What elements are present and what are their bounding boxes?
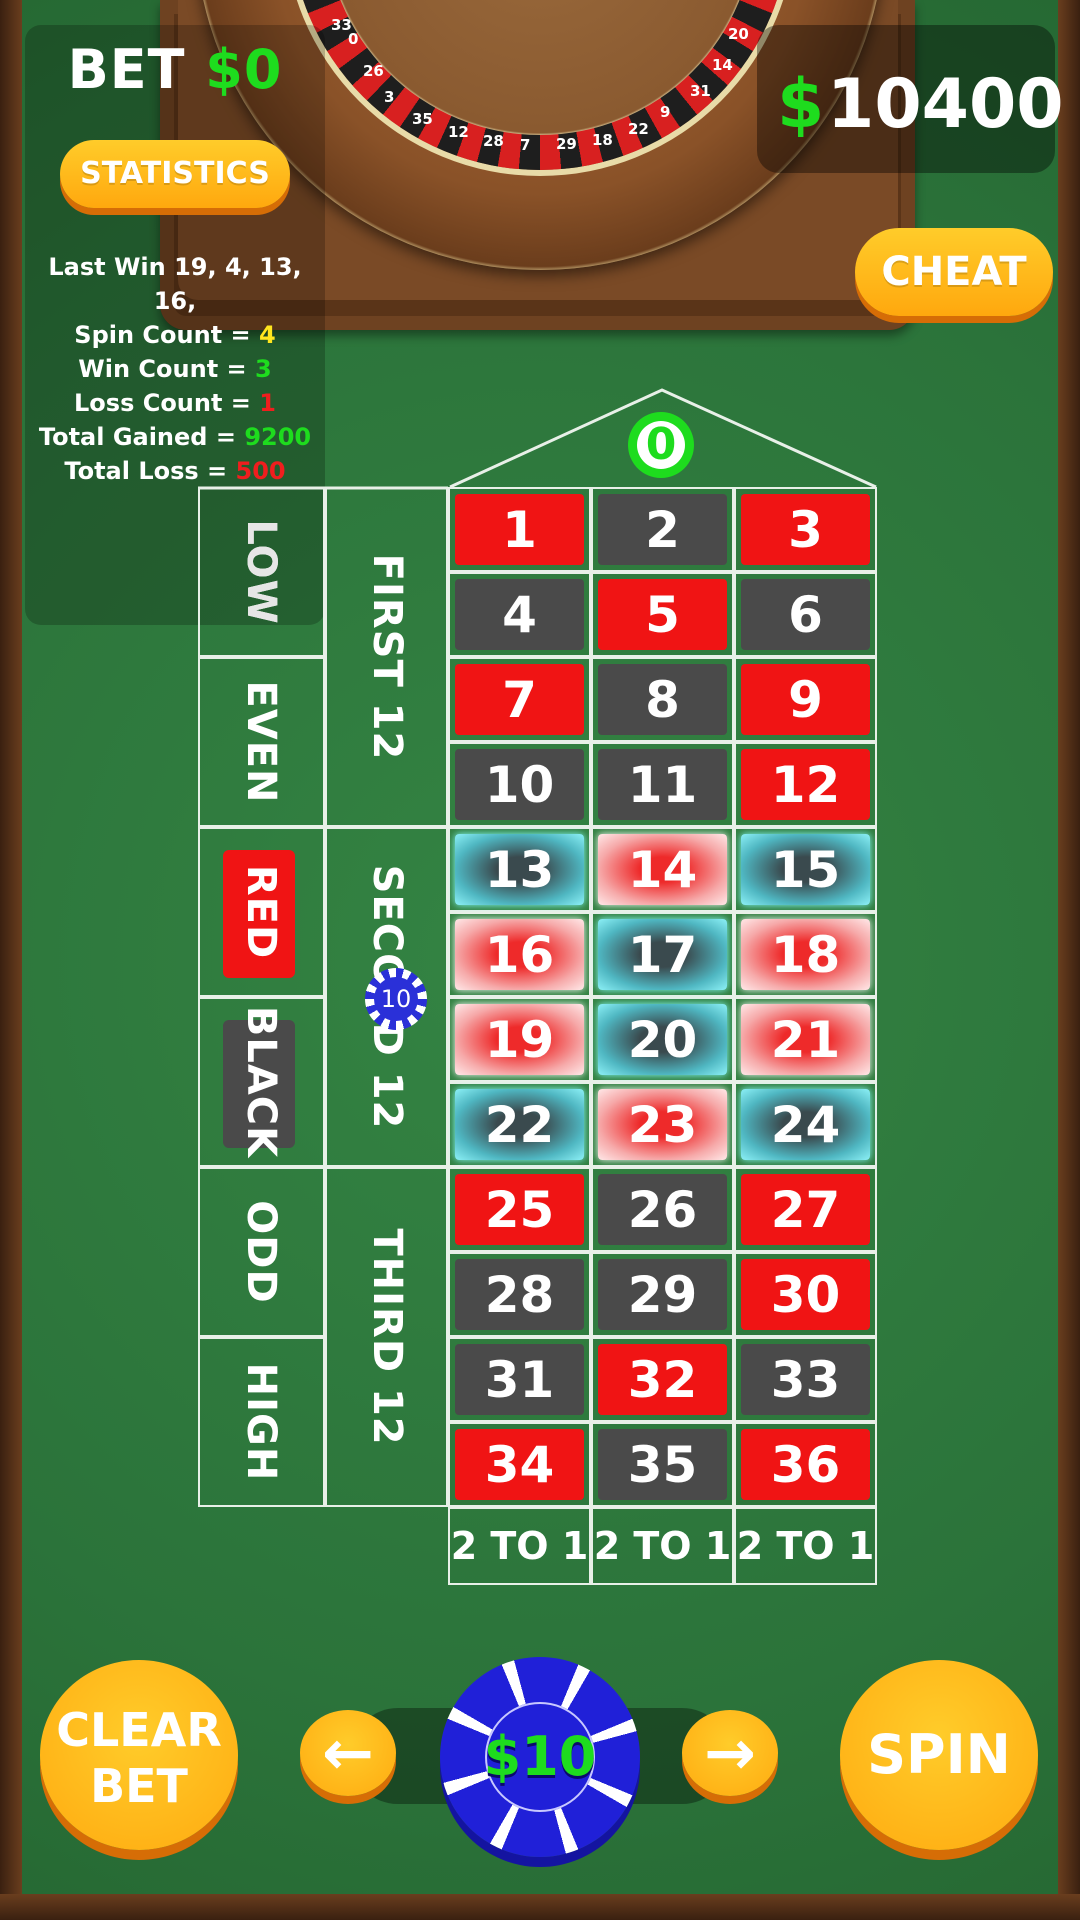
clear-bet-button[interactable]: CLEAR BET (40, 1660, 238, 1850)
placed-chip[interactable]: 10 (365, 968, 427, 1030)
number-label: 20 (598, 1004, 727, 1075)
number-label: 19 (455, 1004, 584, 1075)
number-label: 2 (598, 494, 727, 565)
clear-bet-line1: CLEAR (56, 1703, 222, 1757)
number-cell-27[interactable]: 27 (734, 1167, 877, 1252)
number-label: 17 (598, 919, 727, 990)
number-cell-9[interactable]: 9 (734, 657, 877, 742)
number-label: 6 (741, 579, 870, 650)
number-cell-30[interactable]: 30 (734, 1252, 877, 1337)
zero-label: 0 (637, 421, 685, 469)
number-label: 13 (455, 834, 584, 905)
number-label: 12 (741, 749, 870, 820)
number-label: 25 (455, 1174, 584, 1245)
spin-button[interactable]: SPIN (840, 1660, 1038, 1850)
number-label: 34 (455, 1429, 584, 1500)
number-cell-21[interactable]: 21 (734, 997, 877, 1082)
number-cell-4[interactable]: 4 (448, 572, 591, 657)
number-cell-14[interactable]: 14 (591, 827, 734, 912)
number-cell-6[interactable]: 6 (734, 572, 877, 657)
next-chip-button[interactable]: → (682, 1710, 778, 1796)
number-cell-18[interactable]: 18 (734, 912, 877, 997)
number-cell-23[interactable]: 23 (591, 1082, 734, 1167)
number-label: 16 (455, 919, 584, 990)
number-label: 30 (741, 1259, 870, 1330)
number-label: 14 (598, 834, 727, 905)
number-cell-19[interactable]: 19 (448, 997, 591, 1082)
black-bet-label: BLACK (238, 1005, 284, 1159)
column-bet-1[interactable]: 2 TO 1 (448, 1507, 591, 1585)
number-label: 35 (598, 1429, 727, 1500)
number-cell-29[interactable]: 29 (591, 1252, 734, 1337)
dozen-bet-1[interactable]: FIRST 12 (325, 487, 448, 827)
number-label: 18 (741, 919, 870, 990)
high-bet-label: HIGH (238, 1362, 284, 1482)
column-bet-2[interactable]: 2 TO 1 (591, 1507, 734, 1585)
number-cell-32[interactable]: 32 (591, 1337, 734, 1422)
number-label: 21 (741, 1004, 870, 1075)
even-bet-label: EVEN (238, 680, 284, 804)
number-cell-16[interactable]: 16 (448, 912, 591, 997)
number-label: 4 (455, 579, 584, 650)
number-cell-10[interactable]: 10 (448, 742, 591, 827)
number-cell-25[interactable]: 25 (448, 1167, 591, 1252)
number-label: 9 (741, 664, 870, 735)
number-label: 26 (598, 1174, 727, 1245)
number-label: 28 (455, 1259, 584, 1330)
number-cell-1[interactable]: 1 (448, 487, 591, 572)
dozen-bet-3[interactable]: THIRD 12 (325, 1167, 448, 1507)
number-cell-13[interactable]: 13 (448, 827, 591, 912)
number-cell-34[interactable]: 34 (448, 1422, 591, 1507)
number-label: 11 (598, 749, 727, 820)
dozen-label: FIRST 12 (363, 553, 410, 761)
number-cell-35[interactable]: 35 (591, 1422, 734, 1507)
number-label: 29 (598, 1259, 727, 1330)
low-bet-label: LOW (238, 519, 284, 625)
number-cell-8[interactable]: 8 (591, 657, 734, 742)
selected-chip[interactable]: $10 (440, 1657, 640, 1857)
number-cell-22[interactable]: 22 (448, 1082, 591, 1167)
number-cell-36[interactable]: 36 (734, 1422, 877, 1507)
number-label: 27 (741, 1174, 870, 1245)
clear-bet-line2: BET (90, 1759, 188, 1813)
number-label: 10 (455, 749, 584, 820)
column-bet-3[interactable]: 2 TO 1 (734, 1507, 877, 1585)
placed-chip-value: 10 (374, 977, 418, 1021)
number-cell-28[interactable]: 28 (448, 1252, 591, 1337)
red-bet-label: RED (238, 864, 284, 960)
dozen-label: THIRD 12 (363, 1228, 410, 1446)
number-label: 32 (598, 1344, 727, 1415)
number-cell-20[interactable]: 20 (591, 997, 734, 1082)
number-cell-7[interactable]: 7 (448, 657, 591, 742)
number-label: 7 (455, 664, 584, 735)
selected-chip-value: $10 (483, 1725, 597, 1788)
number-label: 22 (455, 1089, 584, 1160)
number-label: 23 (598, 1089, 727, 1160)
number-cell-24[interactable]: 24 (734, 1082, 877, 1167)
number-cell-26[interactable]: 26 (591, 1167, 734, 1252)
number-label: 1 (455, 494, 584, 565)
number-label: 36 (741, 1429, 870, 1500)
number-label: 5 (598, 579, 727, 650)
number-cell-3[interactable]: 3 (734, 487, 877, 572)
number-label: 15 (741, 834, 870, 905)
zero-marker[interactable]: 0 (628, 412, 694, 478)
number-cell-2[interactable]: 2 (591, 487, 734, 572)
odd-bet-label: ODD (238, 1200, 284, 1304)
number-cell-15[interactable]: 15 (734, 827, 877, 912)
number-cell-11[interactable]: 11 (591, 742, 734, 827)
number-label: 33 (741, 1344, 870, 1415)
number-label: 3 (741, 494, 870, 565)
number-cell-12[interactable]: 12 (734, 742, 877, 827)
previous-chip-button[interactable]: ← (300, 1710, 396, 1796)
number-label: 8 (598, 664, 727, 735)
number-cell-5[interactable]: 5 (591, 572, 734, 657)
number-cell-33[interactable]: 33 (734, 1337, 877, 1422)
number-cell-31[interactable]: 31 (448, 1337, 591, 1422)
number-label: 31 (455, 1344, 584, 1415)
number-cell-17[interactable]: 17 (591, 912, 734, 997)
number-label: 24 (741, 1089, 870, 1160)
